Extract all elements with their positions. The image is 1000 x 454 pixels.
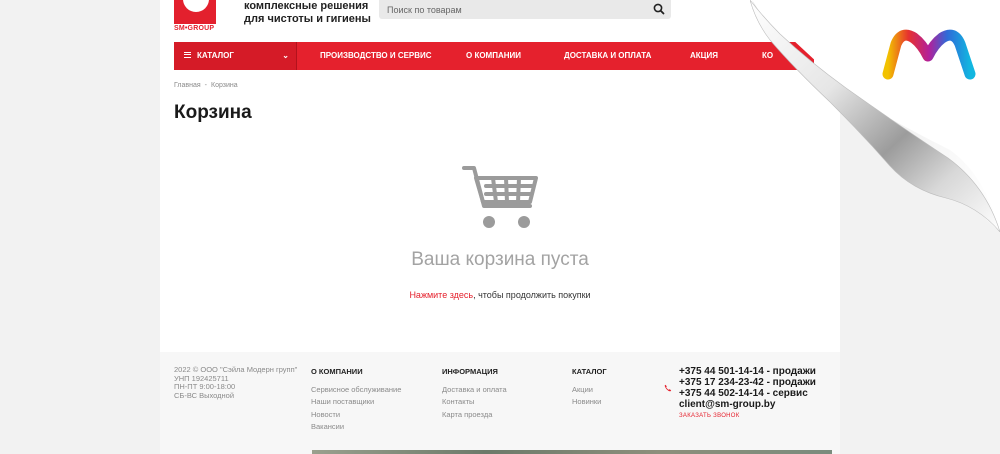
- menu-icon: [184, 51, 191, 58]
- nav-item-promo[interactable]: АКЦИЯ: [690, 42, 718, 70]
- footer-heading-info: ИНФОРМАЦИЯ: [442, 367, 498, 376]
- breadcrumb-separator: -: [204, 82, 207, 89]
- breadcrumb-home[interactable]: Главная: [174, 82, 201, 89]
- continue-shopping-link[interactable]: Нажмите здесь: [409, 290, 473, 300]
- footer-link[interactable]: Карта проезда: [442, 409, 507, 422]
- logo-text: SM•GROUP: [174, 25, 215, 32]
- footer-hours-weekend: СБ-ВС Выходной: [174, 390, 235, 400]
- footer-link[interactable]: Доставка и оплата: [442, 384, 507, 397]
- footer-contacts: +375 44 501-14-14 - продажи +375 17 234-…: [679, 366, 816, 422]
- footer-link[interactable]: Новости: [311, 409, 401, 422]
- footer-link[interactable]: Вакансии: [311, 421, 401, 434]
- tagline: комплексные решения для чистоты и гигиен…: [244, 0, 371, 26]
- search-icon[interactable]: [652, 2, 666, 16]
- email-link[interactable]: client@sm-group.by: [679, 399, 816, 410]
- footer-link[interactable]: Акции: [572, 384, 607, 397]
- footer-link[interactable]: Новинки: [572, 396, 607, 409]
- footer-column-info: ИНФОРМАЦИЯ Доставка и оплата Контакты Ка…: [442, 366, 507, 421]
- empty-cart-title: Ваша корзина пуста: [411, 249, 589, 270]
- breadcrumb-current: Корзина: [211, 82, 238, 89]
- request-call-button[interactable]: ЗАКАЗАТЬ ЗВОНОК: [679, 411, 816, 422]
- chevron-down-icon: ⌄: [282, 51, 289, 60]
- footer-column-catalog: КАТАЛОГ Акции Новинки: [572, 366, 607, 409]
- tagline-line-2: для чистоты и гигиены: [244, 13, 371, 25]
- shopping-cart-icon: [462, 166, 538, 228]
- search-bar: [379, 0, 671, 19]
- empty-cart-message: Нажмите здесь, чтобы продолжить покупки: [160, 290, 840, 300]
- phone-icon: [664, 384, 672, 392]
- footer-link[interactable]: Наши поставщики: [311, 396, 401, 409]
- catalog-menu-button[interactable]: КАТАЛОГ ⌄: [174, 42, 296, 70]
- breadcrumb: Главная - Корзина: [174, 82, 242, 89]
- footer-heading-catalog: КАТАЛОГ: [572, 367, 607, 376]
- page-title: Корзина: [174, 102, 252, 123]
- search-input[interactable]: [379, 0, 639, 19]
- continue-shopping-text: , чтобы продолжить покупки: [473, 290, 591, 300]
- nav-item-about-company[interactable]: О КОМПАНИИ: [466, 42, 521, 70]
- m-logo-icon: [882, 29, 976, 80]
- catalog-label: КАТАЛОГ: [197, 51, 234, 60]
- tagline-line-1: комплексные решения: [244, 0, 369, 12]
- phone-sales-2[interactable]: +375 17 234-23-42 - продажи: [679, 377, 816, 388]
- footer-column-about: О КОМПАНИИ Сервисное обслуживание Наши п…: [311, 366, 401, 434]
- sm-group-logo[interactable]: SM•GROUP: [174, 0, 216, 34]
- phone-service[interactable]: +375 44 502-14-14 - сервис: [679, 388, 816, 399]
- footer-link[interactable]: Контакты: [442, 396, 507, 409]
- main-nav: КАТАЛОГ ⌄ ПРОИЗВОДСТВО И СЕРВИС О КОМПАН…: [174, 42, 814, 70]
- footer-link[interactable]: Сервисное обслуживание: [311, 384, 401, 397]
- footer-company-info: 2022 © ООО "Сэйла Модерн групп" УНП 1924…: [174, 365, 297, 400]
- phone-sales-1[interactable]: +375 44 501-14-14 - продажи: [679, 366, 816, 377]
- footer-heading-about: О КОМПАНИИ: [311, 367, 363, 376]
- nav-item-delivery-payment[interactable]: ДОСТАВКА И ОПЛАТА: [564, 42, 651, 70]
- bottom-image-strip: [312, 450, 832, 454]
- nav-item-production-service[interactable]: ПРОИЗВОДСТВО И СЕРВИС: [320, 42, 432, 70]
